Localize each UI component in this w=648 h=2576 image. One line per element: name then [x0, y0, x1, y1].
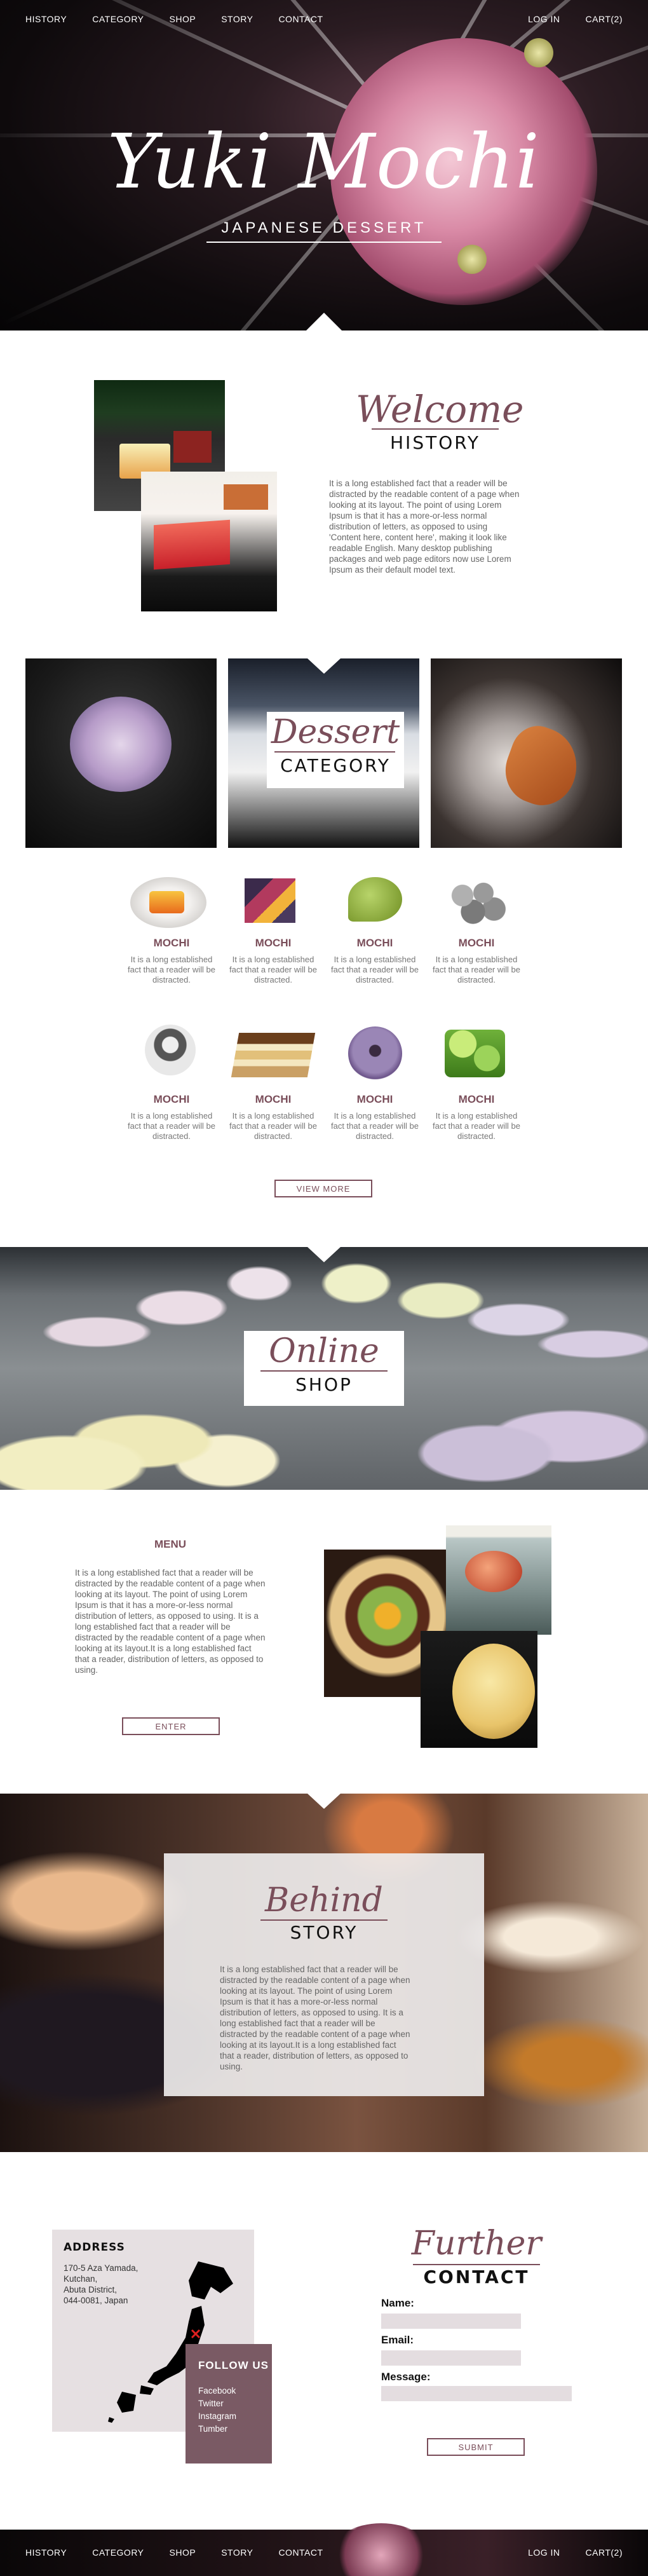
footer-nav-cart[interactable]: CART(2): [586, 2547, 623, 2558]
enter-button[interactable]: ENTER: [122, 1717, 220, 1735]
product-title[interactable]: MOCHI: [432, 1093, 521, 1106]
nav-category[interactable]: CATEGORY: [92, 14, 144, 24]
twitter-link[interactable]: Twitter: [198, 2397, 236, 2410]
message-field[interactable]: [381, 2386, 572, 2401]
category-photo-3: [431, 658, 622, 848]
history-text: It is a long established fact that a rea…: [329, 479, 520, 575]
address-text: 170-5 Aza Yamada, Kutchan, Abuta Distric…: [64, 2263, 138, 2306]
shop-notch: [307, 1247, 341, 1262]
address-line: Abuta District,: [64, 2285, 118, 2294]
story-text: It is a long established fact that a rea…: [220, 1965, 410, 2071]
menu-text: It is a long established fact that a rea…: [75, 1568, 266, 1675]
product-desc: It is a long established fact that a rea…: [127, 955, 216, 985]
product-image-2[interactable]: [245, 878, 295, 923]
product-image-1[interactable]: [130, 877, 206, 928]
shop-heading: SHOP: [295, 1374, 353, 1395]
email-field[interactable]: [381, 2350, 521, 2366]
product-title[interactable]: MOCHI: [432, 937, 521, 950]
product-title[interactable]: MOCHI: [229, 937, 318, 950]
message-label: Message:: [381, 2371, 431, 2383]
nav-history[interactable]: HISTORY: [25, 14, 67, 24]
menu-photo-3: [421, 1631, 537, 1748]
address-heading: ADDRESS: [64, 2241, 125, 2254]
shop-script: Online: [269, 1332, 379, 1370]
social-links: Facebook Twitter Instagram Tumber: [198, 2385, 236, 2436]
story-notch: [307, 1794, 341, 1809]
product-title[interactable]: MOCHI: [330, 937, 419, 950]
menu-photo-2: [446, 1525, 551, 1635]
view-more-button[interactable]: VIEW MORE: [274, 1180, 372, 1197]
contact-script: Further: [411, 2225, 542, 2263]
nav-story[interactable]: STORY: [221, 14, 253, 24]
history-underline: [372, 428, 499, 430]
product-title[interactable]: MOCHI: [127, 937, 216, 950]
tumber-link[interactable]: Tumber: [198, 2423, 236, 2436]
email-label: Email:: [381, 2334, 414, 2346]
follow-heading: FOLLOW US: [198, 2359, 269, 2371]
product-image-7[interactable]: [348, 1026, 402, 1080]
name-label: Name:: [381, 2297, 414, 2309]
footer-nav-shop[interactable]: SHOP: [170, 2547, 196, 2558]
footer-nav: HISTORY CATEGORY SHOP STORY CONTACT LOG …: [0, 2533, 648, 2572]
name-field[interactable]: [381, 2314, 521, 2329]
facebook-link[interactable]: Facebook: [198, 2385, 236, 2397]
category-script: Dessert: [271, 713, 400, 751]
product-image-4[interactable]: [442, 874, 511, 928]
product-image-6[interactable]: [231, 1033, 316, 1077]
product-title[interactable]: MOCHI: [330, 1093, 419, 1106]
footer-nav-category[interactable]: CATEGORY: [92, 2547, 144, 2558]
nav-cart[interactable]: CART(2): [586, 14, 623, 24]
product-desc: It is a long established fact that a rea…: [432, 1111, 521, 1141]
instagram-link[interactable]: Instagram: [198, 2410, 236, 2423]
product-desc: It is a long established fact that a rea…: [229, 1111, 318, 1141]
product-desc: It is a long established fact that a rea…: [330, 1111, 419, 1141]
contact-underline: [413, 2264, 540, 2265]
hero-title: Yuki Mochi: [107, 118, 541, 205]
product-desc: It is a long established fact that a rea…: [330, 955, 419, 985]
history-photo-2: [141, 472, 277, 611]
address-line: 170-5 Aza Yamada,: [64, 2263, 138, 2273]
hero-divider: [206, 242, 442, 243]
submit-button[interactable]: SUBMIT: [427, 2438, 525, 2456]
hero-banner: Yuki Mochi JAPANESE DESSERT: [0, 0, 648, 331]
product-title[interactable]: MOCHI: [229, 1093, 318, 1106]
product-image-3[interactable]: [348, 877, 402, 922]
address-line: 044-0081, Japan: [64, 2296, 128, 2305]
product-image-8[interactable]: [445, 1030, 505, 1077]
product-title[interactable]: MOCHI: [127, 1093, 216, 1106]
history-heading: HISTORY: [390, 432, 480, 453]
product-desc: It is a long established fact that a rea…: [127, 1111, 216, 1141]
hero-notch: [306, 313, 342, 331]
footer-nav-history[interactable]: HISTORY: [25, 2547, 67, 2558]
hero-subtitle: JAPANESE DESSERT: [221, 219, 427, 236]
nav-login[interactable]: LOG IN: [528, 14, 560, 24]
footer-nav-contact[interactable]: CONTACT: [278, 2547, 323, 2558]
story-script: Behind: [265, 1881, 383, 1919]
history-script: Welcome: [356, 388, 524, 431]
category-heading: CATEGORY: [280, 755, 391, 776]
contact-heading: CONTACT: [423, 2266, 530, 2287]
category-photo-1: [25, 658, 217, 848]
nav-shop[interactable]: SHOP: [170, 14, 196, 24]
category-underline: [274, 751, 395, 753]
story-underline: [260, 1919, 388, 1921]
story-heading: STORY: [290, 1922, 358, 1943]
nav-contact[interactable]: CONTACT: [278, 14, 323, 24]
footer-nav-login[interactable]: LOG IN: [528, 2547, 560, 2558]
product-desc: It is a long established fact that a rea…: [229, 955, 318, 985]
address-line: Kutchan,: [64, 2274, 98, 2284]
product-desc: It is a long established fact that a rea…: [432, 955, 521, 985]
top-nav: HISTORY CATEGORY SHOP STORY CONTACT LOG …: [0, 0, 648, 38]
shop-underline: [260, 1370, 388, 1372]
menu-heading: MENU: [154, 1538, 187, 1550]
footer-nav-story[interactable]: STORY: [221, 2547, 253, 2558]
product-image-5[interactable]: [145, 1025, 196, 1075]
category-notch: [307, 658, 341, 674]
